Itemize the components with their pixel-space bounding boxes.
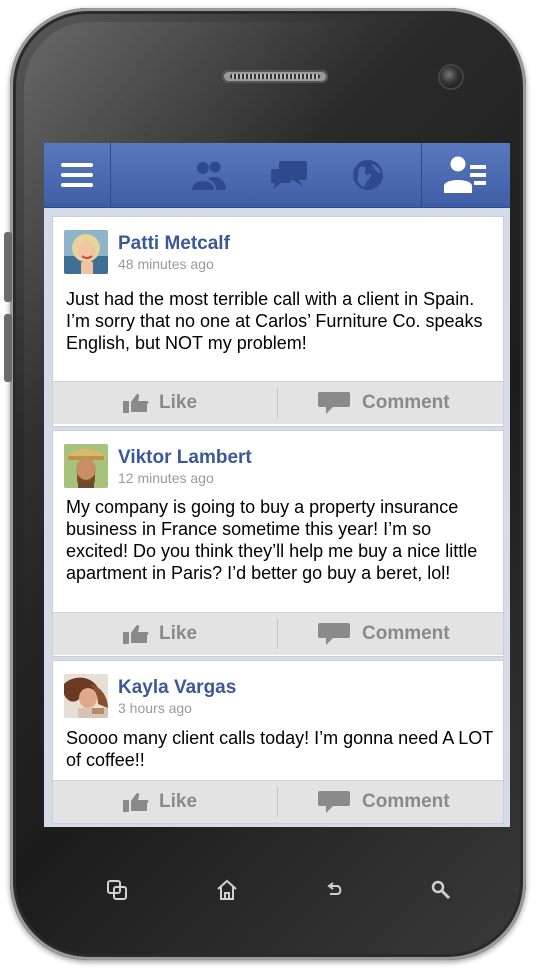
thumbs-up-icon [123, 792, 149, 812]
avatar[interactable] [64, 230, 108, 274]
avatar[interactable] [64, 674, 108, 718]
like-label: Like [159, 623, 198, 644]
profile-button[interactable] [421, 143, 510, 207]
post-body: My company is going to buy a property in… [66, 497, 478, 583]
post-timestamp: 12 minutes ago [118, 470, 214, 486]
app-screen: Patti Metcalf 48 minutes ago Just had th… [44, 143, 510, 827]
comment-label: Comment [362, 791, 450, 812]
post-body: Just had the most terrible call with a c… [66, 289, 483, 353]
thumbs-up-icon [123, 393, 149, 413]
volume-up-button[interactable] [4, 232, 12, 302]
friends-icon [192, 161, 226, 190]
comment-icon [318, 623, 350, 645]
comment-label: Comment [362, 623, 450, 644]
thumbs-up-icon [123, 624, 149, 644]
comment-button[interactable]: Comment [318, 613, 450, 655]
recent-apps-icon [107, 880, 127, 900]
friends-tab[interactable] [179, 143, 239, 207]
avatar[interactable] [64, 444, 108, 488]
post-timestamp: 3 hours ago [118, 700, 192, 716]
post-author[interactable]: Kayla Vargas [118, 677, 236, 699]
comment-button[interactable]: Comment [318, 382, 450, 424]
menu-button[interactable] [44, 143, 111, 207]
post-author[interactable]: Patti Metcalf [118, 233, 230, 255]
earpiece-speaker [222, 70, 328, 83]
feed-post: Kayla Vargas 3 hours ago Soooo many clie… [52, 660, 504, 824]
top-navigation-bar [44, 143, 510, 208]
notifications-tab[interactable] [338, 143, 398, 207]
comment-button[interactable]: Comment [318, 781, 450, 823]
hamburger-icon [61, 157, 93, 193]
recent-apps-button[interactable] [102, 878, 132, 908]
comment-icon [318, 791, 350, 813]
patti-avatar-image [64, 230, 108, 274]
back-icon [327, 882, 342, 895]
home-button[interactable] [212, 878, 242, 908]
search-button[interactable] [426, 878, 456, 908]
back-button[interactable] [320, 878, 350, 908]
post-author[interactable]: Viktor Lambert [118, 447, 252, 469]
like-label: Like [159, 791, 198, 812]
comment-icon [318, 392, 350, 414]
like-button[interactable]: Like [123, 382, 197, 424]
profile-list-icon [444, 156, 486, 193]
globe-icon [353, 160, 383, 190]
volume-down-button[interactable] [4, 314, 12, 382]
post-actions: Like Comment [53, 381, 503, 424]
action-divider [277, 787, 278, 817]
like-label: Like [159, 392, 198, 413]
action-divider [277, 619, 278, 649]
chat-icon [271, 161, 307, 189]
viktor-avatar-image [64, 444, 108, 488]
like-button[interactable]: Like [123, 613, 197, 655]
comment-label: Comment [362, 392, 450, 413]
feed-post: Viktor Lambert 12 minutes ago My company… [52, 430, 504, 657]
post-body: Soooo many client calls today! I’m gonna… [66, 728, 493, 770]
post-actions: Like Comment [53, 780, 503, 823]
post-actions: Like Comment [53, 612, 503, 655]
front-camera [440, 66, 462, 88]
messages-tab[interactable] [259, 143, 319, 207]
home-icon [217, 879, 237, 900]
post-timestamp: 48 minutes ago [118, 256, 214, 272]
kayla-avatar-image [64, 674, 108, 718]
action-divider [277, 388, 278, 418]
feed-post: Patti Metcalf 48 minutes ago Just had th… [52, 216, 504, 427]
like-button[interactable]: Like [123, 781, 197, 823]
search-icon [431, 880, 451, 900]
